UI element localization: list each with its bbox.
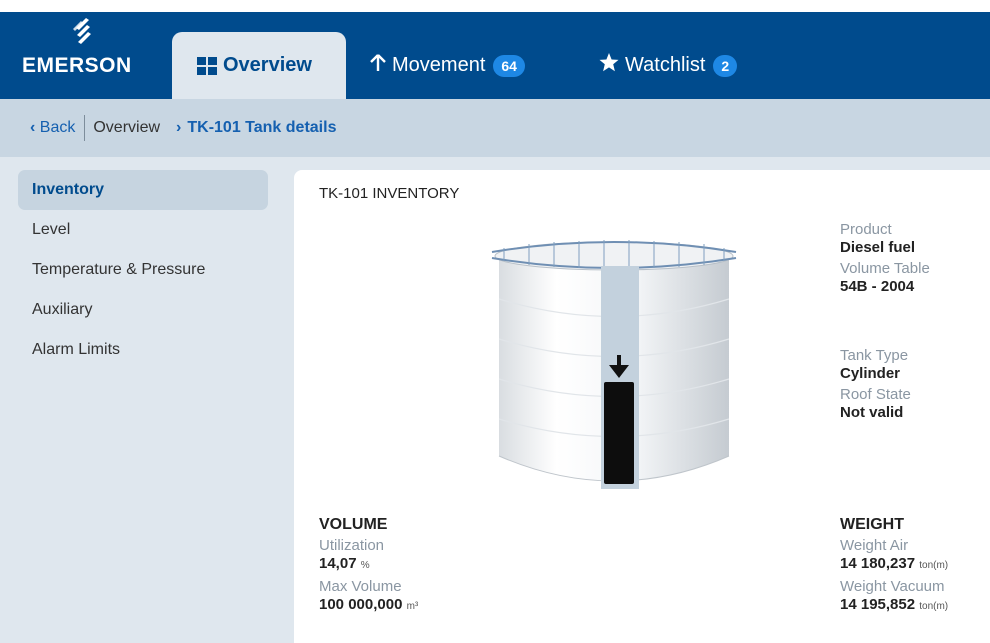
top-nav-bar: EMERSON Overview Movement 64 Watchlist 2 [0, 0, 990, 99]
brand-name: EMERSON [22, 54, 132, 77]
panel-title: TK-101 INVENTORY [319, 185, 460, 202]
tab-watchlist-label: Watchlist [625, 54, 706, 76]
roof-state-value: Not valid [840, 404, 904, 421]
sidebar-item-temperature-pressure[interactable]: Temperature & Pressure [18, 250, 268, 290]
utilization-value: 14,07 [319, 555, 357, 572]
back-link[interactable]: ‹ Back [30, 119, 75, 137]
product-label: Product [840, 221, 892, 238]
weight-air-value: 14 180,237 [840, 555, 916, 572]
star-icon [599, 53, 619, 78]
max-volume-label: Max Volume [319, 578, 402, 595]
tank-illustration [491, 240, 737, 489]
volume-table-label: Volume Table [840, 260, 930, 277]
weight-vacuum-unit: ton(m) [919, 601, 949, 612]
volume-table-value: 54B - 2004 [840, 278, 915, 295]
tank-type-value: Cylinder [840, 365, 901, 382]
utilization-unit: % [360, 560, 370, 571]
tab-movement-label: Movement [392, 54, 486, 76]
weight-vacuum-value-row: 14 195,852 ton(m) [840, 596, 948, 616]
sidebar-item-alarm-limits[interactable]: Alarm Limits [18, 330, 268, 370]
sidebar: Inventory Level Temperature & Pressure A… [18, 170, 268, 370]
breadcrumb-divider [84, 115, 86, 141]
utilization-label: Utilization [319, 537, 385, 554]
tab-overview-label: Overview [223, 54, 312, 76]
max-volume-value-row: 100 000,000 m³ [319, 596, 418, 616]
top-strip [0, 0, 990, 12]
sidebar-item-inventory[interactable]: Inventory [18, 170, 268, 210]
product-value: Diesel fuel [840, 239, 916, 256]
movement-count-badge: 64 [493, 54, 525, 77]
breadcrumb: ‹ Back Overview › TK-101 Tank details [0, 99, 990, 157]
weight-vacuum-label: Weight Vacuum [840, 578, 945, 595]
max-volume-value: 100 000,000 [319, 596, 403, 613]
weight-air-unit: ton(m) [919, 560, 949, 571]
tab-overview[interactable]: Overview [172, 32, 346, 99]
watchlist-count-badge: 2 [713, 54, 738, 77]
sidebar-item-level[interactable]: Level [18, 210, 268, 250]
chevron-left-icon: ‹ [30, 119, 36, 136]
max-volume-unit: m³ [406, 601, 419, 612]
utilization-value-row: 14,07 % [319, 555, 418, 575]
weight-section: WEIGHT Weight Air 14 180,237 ton(m) Weig… [840, 515, 948, 616]
level-gauge-fill [604, 382, 634, 484]
arrow-up-icon [370, 53, 386, 78]
volume-section: VOLUME Utilization 14,07 % Max Volume 10… [319, 515, 418, 616]
breadcrumb-current: TK-101 Tank details [187, 119, 337, 136]
tank-info: Tank Type Cylinder Roof State Not valid [840, 347, 911, 422]
emerson-logo-mark-icon [73, 18, 91, 44]
breadcrumb-overview-link[interactable]: Overview [93, 119, 160, 137]
chevron-right-icon: › [176, 119, 182, 136]
volume-heading: VOLUME [319, 516, 388, 533]
emerson-logo[interactable]: EMERSON [22, 18, 152, 80]
grid-icon [197, 56, 217, 75]
sidebar-item-auxiliary[interactable]: Auxiliary [18, 290, 268, 330]
tank-type-label: Tank Type [840, 347, 909, 364]
back-label: Back [39, 119, 76, 136]
inventory-panel: TK-101 INVENTORY Product Diesel fuel Vol… [294, 170, 990, 643]
weight-air-value-row: 14 180,237 ton(m) [840, 555, 948, 575]
weight-vacuum-value: 14 195,852 [840, 596, 916, 613]
weight-air-label: Weight Air [840, 537, 909, 554]
product-info: Product Diesel fuel Volume Table 54B - 2… [840, 221, 930, 296]
weight-heading: WEIGHT [840, 516, 904, 533]
roof-state-label: Roof State [840, 386, 911, 403]
tab-movement[interactable]: Movement 64 [370, 32, 525, 99]
tab-watchlist[interactable]: Watchlist 2 [599, 32, 738, 99]
